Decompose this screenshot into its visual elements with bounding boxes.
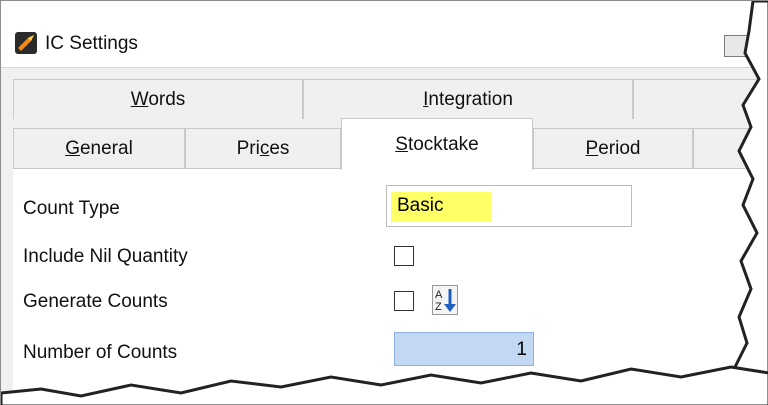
number-of-counts-input[interactable]: 1: [394, 332, 534, 366]
tab-general[interactable]: General: [13, 128, 185, 168]
count-type-label: Count Type: [23, 198, 120, 219]
tab-overflow[interactable]: [633, 79, 768, 119]
sort-button[interactable]: A Z: [432, 285, 458, 315]
tab-stocktake[interactable]: Stocktake: [341, 118, 533, 170]
tab-mnemonic: c: [259, 137, 270, 159]
generate-counts-label: Generate Counts: [23, 291, 168, 312]
tab-label-rest: ords: [148, 88, 186, 110]
number-of-counts-label: Number of Counts: [23, 342, 178, 363]
tab-mnemonic: P: [585, 137, 599, 159]
sort-az-icon: A Z: [435, 289, 456, 313]
tab-period[interactable]: Period: [533, 128, 693, 168]
title-bar[interactable]: IC Settings: [1, 1, 768, 68]
tab-label: Stocktake: [395, 134, 478, 156]
tab-overflow-bottom[interactable]: [693, 128, 768, 168]
count-type-select[interactable]: Basic: [386, 185, 632, 227]
settings-window: IC Settings Words Integration General Pr…: [0, 0, 768, 405]
tab-mnemonic: W: [130, 88, 149, 110]
count-type-value: Basic: [397, 195, 444, 216]
svg-text:A: A: [435, 289, 443, 301]
tab-row-bottom: General Prices Stocktake Period: [13, 118, 768, 170]
tab-label: Integration: [423, 89, 513, 111]
tab-mnemonic: G: [65, 137, 80, 159]
include-nil-quantity-label: Include Nil Quantity: [23, 246, 188, 267]
tab-label-rest: ntegration: [428, 88, 513, 110]
number-of-counts-value: 1: [516, 339, 527, 360]
tab-label-rest: tocktake: [407, 133, 479, 155]
tab-row-top: Words Integration: [13, 79, 768, 119]
tab-label-rest: eneral: [79, 137, 133, 159]
svg-text:Z: Z: [435, 301, 442, 313]
tab-words[interactable]: Words: [13, 79, 303, 119]
tab-label: General: [65, 138, 133, 160]
tab-integration[interactable]: Integration: [303, 79, 633, 119]
include-nil-quantity-checkbox[interactable]: [394, 246, 414, 266]
tab-label: Words: [131, 89, 186, 111]
tab-label-rest: eriod: [598, 137, 641, 159]
tab-label: Period: [586, 138, 641, 160]
tab-label: Prices: [236, 137, 290, 159]
generate-counts-checkbox[interactable]: [394, 291, 414, 311]
window-title: IC Settings: [45, 33, 138, 54]
app-icon: [15, 32, 37, 54]
tab-prices[interactable]: Prices: [185, 128, 341, 168]
tab-mnemonic: S: [395, 133, 408, 155]
window-control-button[interactable]: [724, 35, 754, 57]
